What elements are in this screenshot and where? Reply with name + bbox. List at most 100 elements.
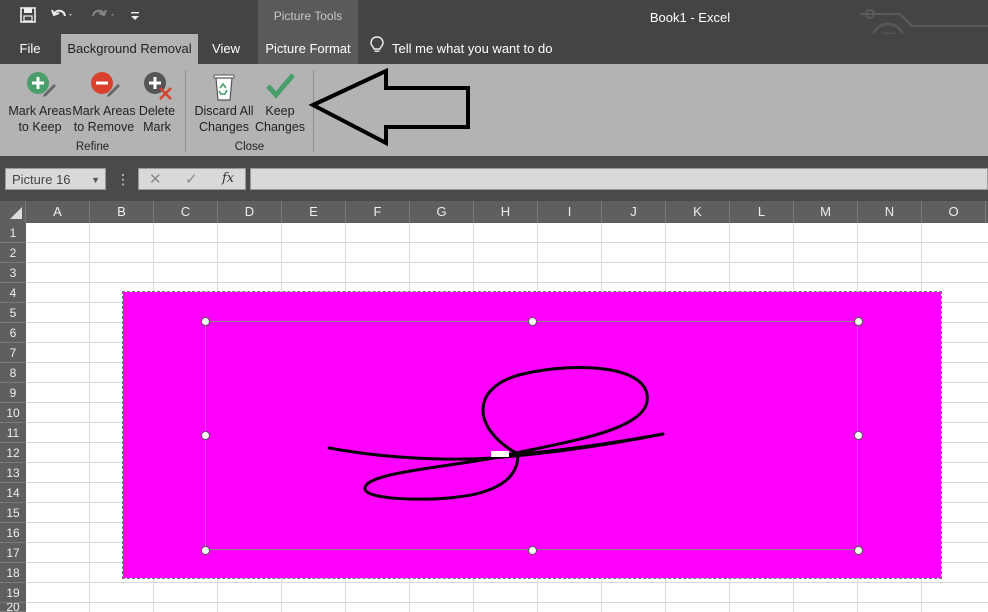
- cancel-icon[interactable]: ✕: [149, 170, 162, 188]
- mark-remove-icon: [89, 70, 120, 100]
- grid-line: [26, 242, 988, 243]
- row-header[interactable]: 3: [0, 263, 26, 283]
- row-header[interactable]: 12: [0, 443, 26, 463]
- resize-handle-bottom-left[interactable]: [201, 546, 210, 555]
- grid-line: [26, 602, 988, 603]
- mark-remove-label-2: to Remove: [73, 120, 135, 134]
- name-box-value: Picture 16: [12, 172, 71, 187]
- resize-handle-right[interactable]: [854, 431, 863, 440]
- row-header[interactable]: 4: [0, 283, 26, 303]
- row-header[interactable]: 2: [0, 243, 26, 263]
- row-header[interactable]: 11: [0, 423, 26, 443]
- resize-handle-bottom[interactable]: [528, 546, 537, 555]
- lightbulb-icon: [370, 35, 384, 65]
- column-header-a[interactable]: A: [26, 201, 90, 223]
- row-header[interactable]: 19: [0, 583, 26, 603]
- resize-handle-top[interactable]: [528, 317, 537, 326]
- column-header-row: A B C D E F G H I J K L M N O: [0, 201, 988, 223]
- undo-icon[interactable]: [50, 7, 74, 27]
- column-header-i[interactable]: I: [538, 201, 602, 223]
- chevron-down-icon[interactable]: ▼: [91, 169, 100, 191]
- select-all-button[interactable]: [0, 201, 26, 223]
- tab-background-removal[interactable]: Background Removal: [61, 34, 198, 64]
- row-header[interactable]: 20: [0, 603, 26, 612]
- grid-line: [26, 582, 988, 583]
- grid-line: [26, 262, 988, 263]
- column-header-h[interactable]: H: [474, 201, 538, 223]
- resize-handle-top-right[interactable]: [854, 317, 863, 326]
- tab-view[interactable]: View: [204, 34, 248, 64]
- column-header-f[interactable]: F: [346, 201, 410, 223]
- column-header-c[interactable]: C: [154, 201, 218, 223]
- column-header-b[interactable]: B: [90, 201, 154, 223]
- group-separator: [185, 70, 186, 152]
- column-header-e[interactable]: E: [282, 201, 346, 223]
- column-header-l[interactable]: L: [730, 201, 794, 223]
- row-header[interactable]: 5: [0, 303, 26, 323]
- delete-mark-button[interactable]: Delete Mark: [136, 70, 178, 135]
- row-header[interactable]: 1: [0, 223, 26, 243]
- resize-handle-bottom-right[interactable]: [854, 546, 863, 555]
- formula-controls: ✕ ✓ fx: [138, 168, 246, 190]
- row-header[interactable]: 14: [0, 483, 26, 503]
- picture-tools-label: Picture Tools: [273, 9, 343, 23]
- mark-areas-to-keep-button[interactable]: Mark Areas to Keep: [8, 70, 72, 135]
- resize-handle-top-left[interactable]: [201, 317, 210, 326]
- row-header[interactable]: 15: [0, 503, 26, 523]
- row-header[interactable]: 13: [0, 463, 26, 483]
- selection-box: [201, 317, 863, 555]
- checkmark-icon: [265, 70, 295, 100]
- delete-mark-label-1: Delete: [138, 104, 176, 118]
- keep-changes-button[interactable]: Keep Changes: [255, 70, 305, 135]
- tab-picture-format[interactable]: Picture Format: [258, 34, 358, 64]
- refine-group-label: Refine: [75, 141, 110, 153]
- column-header-k[interactable]: K: [666, 201, 730, 223]
- mark-remove-label-1: Mark Areas: [72, 104, 136, 118]
- discard-all-changes-button[interactable]: Discard All Changes: [192, 70, 256, 135]
- column-header-d[interactable]: D: [218, 201, 282, 223]
- column-header-j[interactable]: J: [602, 201, 666, 223]
- mark-areas-to-remove-button[interactable]: Mark Areas to Remove: [72, 70, 136, 135]
- annotation-arrow-icon: [308, 68, 470, 147]
- column-header-m[interactable]: M: [794, 201, 858, 223]
- column-header-o[interactable]: O: [922, 201, 986, 223]
- redo-icon[interactable]: [88, 7, 118, 27]
- resize-handle-left[interactable]: [201, 431, 210, 440]
- tell-me-search[interactable]: Tell me what you want to do: [370, 34, 560, 64]
- recycle-bin-icon: [209, 70, 239, 101]
- insert-function-icon[interactable]: fx: [222, 171, 234, 186]
- formula-bar-area: Picture 16 ▼ ⋮ ✕ ✓ fx: [0, 156, 988, 201]
- row-header[interactable]: 6: [0, 323, 26, 343]
- row-header-column: 1 2 3 4 5 6 7 8 9 10 11 12 13 14 15 16 1…: [0, 223, 26, 612]
- ribbon: Mark Areas to Keep Mark Areas to Remove …: [0, 64, 988, 156]
- keep-label-1: Keep: [265, 104, 295, 118]
- enter-check-icon[interactable]: ✓: [185, 170, 198, 188]
- row-header[interactable]: 18: [0, 563, 26, 583]
- name-box[interactable]: Picture 16 ▼: [5, 168, 106, 190]
- formula-input[interactable]: [250, 168, 988, 190]
- mark-keep-label-2: to Keep: [18, 120, 62, 134]
- title-bar: Book1 - Excel: [0, 0, 988, 58]
- row-header[interactable]: 7: [0, 343, 26, 363]
- save-icon[interactable]: [20, 7, 36, 27]
- row-header[interactable]: 16: [0, 523, 26, 543]
- delete-mark-icon: [142, 70, 172, 100]
- row-header[interactable]: 8: [0, 363, 26, 383]
- row-header[interactable]: 9: [0, 383, 26, 403]
- tab-file[interactable]: File: [8, 34, 52, 64]
- delete-mark-label-2: Mark: [143, 120, 171, 134]
- row-header[interactable]: 10: [0, 403, 26, 423]
- discard-label-2: Changes: [198, 120, 250, 134]
- tell-me-text: Tell me what you want to do: [392, 41, 553, 56]
- discard-label-1: Discard All: [194, 104, 254, 118]
- customize-quick-access-icon[interactable]: [130, 7, 140, 27]
- column-header-n[interactable]: N: [858, 201, 922, 223]
- mark-keep-label-1: Mark Areas: [8, 104, 72, 118]
- mark-keep-icon: [25, 70, 56, 100]
- column-header-g[interactable]: G: [410, 201, 474, 223]
- keep-label-2: Changes: [255, 120, 306, 134]
- window-title: Book1 - Excel: [649, 10, 731, 25]
- row-header[interactable]: 17: [0, 543, 26, 563]
- close-group-label: Close: [234, 141, 265, 153]
- more-options-icon[interactable]: ⋮: [116, 170, 130, 188]
